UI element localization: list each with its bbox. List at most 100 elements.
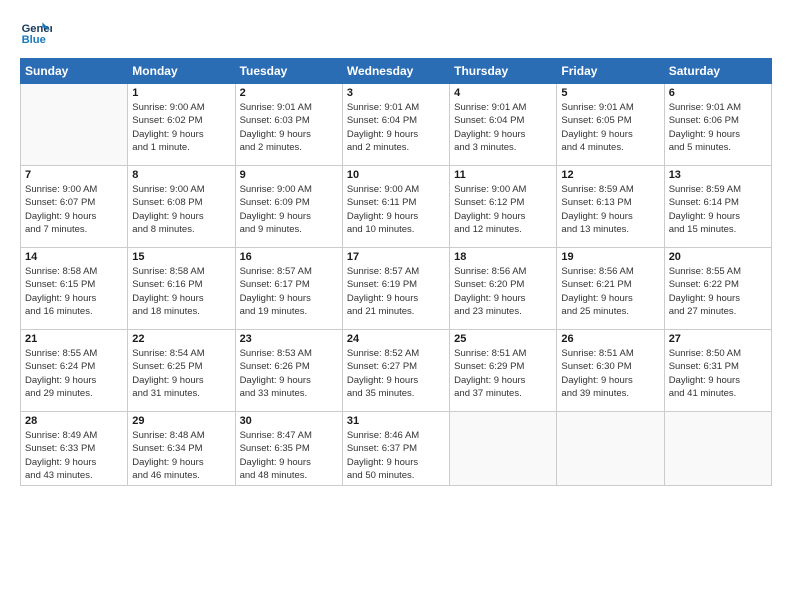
week-row-3: 21Sunrise: 8:55 AM Sunset: 6:24 PM Dayli… xyxy=(21,330,772,412)
day-info: Sunrise: 8:59 AM Sunset: 6:13 PM Dayligh… xyxy=(561,183,659,236)
calendar-cell: 31 Sunrise: 8:46 AM Sunset: 6:37 PM Dayli… xyxy=(342,412,449,486)
day-info: Sunrise: 9:01 AM Sunset: 6:06 PM Dayligh… xyxy=(669,101,767,154)
calendar-cell: 9 Sunrise: 9:00 AM Sunset: 6:09 PM Daylig… xyxy=(235,166,342,248)
weekday-monday: Monday xyxy=(128,59,235,84)
weekday-header-row: SundayMondayTuesdayWednesdayThursdayFrid… xyxy=(21,59,772,84)
day-info: Sunrise: 8:54 AM Sunset: 6:25 PM Dayligh… xyxy=(132,347,230,400)
day-number: 23 xyxy=(240,333,338,345)
day-info: Sunrise: 8:48 AM Sunset: 6:34 PM Dayligh… xyxy=(132,429,230,482)
day-number: 13 xyxy=(669,169,767,181)
calendar-cell: 25 Sunrise: 8:51 AM Sunset: 6:29 PM Dayli… xyxy=(450,330,557,412)
day-info: Sunrise: 8:49 AM Sunset: 6:33 PM Dayligh… xyxy=(25,429,123,482)
day-info: Sunrise: 8:51 AM Sunset: 6:30 PM Dayligh… xyxy=(561,347,659,400)
day-info: Sunrise: 9:00 AM Sunset: 6:09 PM Dayligh… xyxy=(240,183,338,236)
day-number: 31 xyxy=(347,415,445,427)
day-info: Sunrise: 8:50 AM Sunset: 6:31 PM Dayligh… xyxy=(669,347,767,400)
calendar-cell: 26Sunrise: 8:51 AM Sunset: 6:30 PM Dayli… xyxy=(557,330,664,412)
calendar-cell: 16 Sunrise: 8:57 AM Sunset: 6:17 PM Dayli… xyxy=(235,248,342,330)
calendar-cell: 7 Sunrise: 9:00 AM Sunset: 6:07 PM Daylig… xyxy=(21,166,128,248)
day-number: 22 xyxy=(132,333,230,345)
day-number: 28 xyxy=(25,415,123,427)
calendar-cell: 17 Sunrise: 8:57 AM Sunset: 6:19 PM Dayli… xyxy=(342,248,449,330)
day-info: Sunrise: 8:58 AM Sunset: 6:16 PM Dayligh… xyxy=(132,265,230,318)
day-info: Sunrise: 8:57 AM Sunset: 6:17 PM Dayligh… xyxy=(240,265,338,318)
calendar-cell: 19 Sunrise: 8:56 AM Sunset: 6:21 PM Dayli… xyxy=(557,248,664,330)
day-number: 27 xyxy=(669,333,767,345)
day-number: 16 xyxy=(240,251,338,263)
day-number: 29 xyxy=(132,415,230,427)
day-number: 11 xyxy=(454,169,552,181)
calendar-cell: 1 Sunrise: 9:00 AM Sunset: 6:02 PM Daylig… xyxy=(128,84,235,166)
day-number: 9 xyxy=(240,169,338,181)
week-row-4: 28 Sunrise: 8:49 AM Sunset: 6:33 PM Dayli… xyxy=(21,412,772,486)
day-info: Sunrise: 9:01 AM Sunset: 6:04 PM Dayligh… xyxy=(347,101,445,154)
weekday-friday: Friday xyxy=(557,59,664,84)
day-info: Sunrise: 9:01 AM Sunset: 6:05 PM Dayligh… xyxy=(561,101,659,154)
day-number: 25 xyxy=(454,333,552,345)
calendar-cell: 22 Sunrise: 8:54 AM Sunset: 6:25 PM Dayli… xyxy=(128,330,235,412)
day-number: 15 xyxy=(132,251,230,263)
day-number: 5 xyxy=(561,87,659,99)
day-number: 3 xyxy=(347,87,445,99)
calendar-cell: 24Sunrise: 8:52 AM Sunset: 6:27 PM Dayli… xyxy=(342,330,449,412)
day-info: Sunrise: 8:47 AM Sunset: 6:35 PM Dayligh… xyxy=(240,429,338,482)
day-info: Sunrise: 8:56 AM Sunset: 6:20 PM Dayligh… xyxy=(454,265,552,318)
day-info: Sunrise: 9:00 AM Sunset: 6:07 PM Dayligh… xyxy=(25,183,123,236)
calendar-cell: 6 Sunrise: 9:01 AM Sunset: 6:06 PM Daylig… xyxy=(664,84,771,166)
day-number: 7 xyxy=(25,169,123,181)
logo-icon: General Blue xyxy=(20,16,52,48)
day-number: 10 xyxy=(347,169,445,181)
week-row-2: 14Sunrise: 8:58 AM Sunset: 6:15 PM Dayli… xyxy=(21,248,772,330)
calendar-cell: 13 Sunrise: 8:59 AM Sunset: 6:14 PM Dayli… xyxy=(664,166,771,248)
day-info: Sunrise: 8:57 AM Sunset: 6:19 PM Dayligh… xyxy=(347,265,445,318)
calendar-cell: 4 Sunrise: 9:01 AM Sunset: 6:04 PM Daylig… xyxy=(450,84,557,166)
day-number: 30 xyxy=(240,415,338,427)
day-number: 17 xyxy=(347,251,445,263)
calendar-cell xyxy=(664,412,771,486)
day-info: Sunrise: 8:56 AM Sunset: 6:21 PM Dayligh… xyxy=(561,265,659,318)
day-number: 19 xyxy=(561,251,659,263)
day-number: 1 xyxy=(132,87,230,99)
calendar-cell xyxy=(21,84,128,166)
day-info: Sunrise: 9:00 AM Sunset: 6:11 PM Dayligh… xyxy=(347,183,445,236)
calendar-cell: 5 Sunrise: 9:01 AM Sunset: 6:05 PM Daylig… xyxy=(557,84,664,166)
calendar-cell xyxy=(557,412,664,486)
week-row-0: 1 Sunrise: 9:00 AM Sunset: 6:02 PM Daylig… xyxy=(21,84,772,166)
day-number: 4 xyxy=(454,87,552,99)
header: General Blue xyxy=(20,16,772,48)
page: General Blue SundayMondayTuesdayWednesda… xyxy=(0,0,792,612)
day-info: Sunrise: 8:55 AM Sunset: 6:24 PM Dayligh… xyxy=(25,347,123,400)
calendar-cell: 27 Sunrise: 8:50 AM Sunset: 6:31 PM Dayli… xyxy=(664,330,771,412)
day-info: Sunrise: 8:46 AM Sunset: 6:37 PM Dayligh… xyxy=(347,429,445,482)
calendar-cell: 21Sunrise: 8:55 AM Sunset: 6:24 PM Dayli… xyxy=(21,330,128,412)
calendar-cell xyxy=(450,412,557,486)
calendar-cell: 2Sunrise: 9:01 AM Sunset: 6:03 PM Daylig… xyxy=(235,84,342,166)
calendar-cell: 23 Sunrise: 8:53 AM Sunset: 6:26 PM Dayli… xyxy=(235,330,342,412)
calendar-cell: 12Sunrise: 8:59 AM Sunset: 6:13 PM Dayli… xyxy=(557,166,664,248)
day-info: Sunrise: 8:51 AM Sunset: 6:29 PM Dayligh… xyxy=(454,347,552,400)
calendar-cell: 18 Sunrise: 8:56 AM Sunset: 6:20 PM Dayli… xyxy=(450,248,557,330)
calendar-cell: 11Sunrise: 9:00 AM Sunset: 6:12 PM Dayli… xyxy=(450,166,557,248)
calendar-cell: 30 Sunrise: 8:47 AM Sunset: 6:35 PM Dayli… xyxy=(235,412,342,486)
day-info: Sunrise: 9:01 AM Sunset: 6:03 PM Dayligh… xyxy=(240,101,338,154)
svg-text:Blue: Blue xyxy=(22,34,46,46)
calendar-body: 1 Sunrise: 9:00 AM Sunset: 6:02 PM Daylig… xyxy=(21,84,772,486)
calendar-table: SundayMondayTuesdayWednesdayThursdayFrid… xyxy=(20,58,772,486)
week-row-1: 7 Sunrise: 9:00 AM Sunset: 6:07 PM Daylig… xyxy=(21,166,772,248)
day-info: Sunrise: 9:00 AM Sunset: 6:02 PM Dayligh… xyxy=(132,101,230,154)
weekday-tuesday: Tuesday xyxy=(235,59,342,84)
day-info: Sunrise: 8:59 AM Sunset: 6:14 PM Dayligh… xyxy=(669,183,767,236)
day-number: 18 xyxy=(454,251,552,263)
day-info: Sunrise: 9:01 AM Sunset: 6:04 PM Dayligh… xyxy=(454,101,552,154)
calendar-cell: 28 Sunrise: 8:49 AM Sunset: 6:33 PM Dayli… xyxy=(21,412,128,486)
calendar-cell: 15 Sunrise: 8:58 AM Sunset: 6:16 PM Dayli… xyxy=(128,248,235,330)
calendar-cell: 3 Sunrise: 9:01 AM Sunset: 6:04 PM Daylig… xyxy=(342,84,449,166)
calendar-cell: 20Sunrise: 8:55 AM Sunset: 6:22 PM Dayli… xyxy=(664,248,771,330)
day-number: 6 xyxy=(669,87,767,99)
day-info: Sunrise: 8:58 AM Sunset: 6:15 PM Dayligh… xyxy=(25,265,123,318)
weekday-sunday: Sunday xyxy=(21,59,128,84)
day-info: Sunrise: 9:00 AM Sunset: 6:08 PM Dayligh… xyxy=(132,183,230,236)
day-info: Sunrise: 8:53 AM Sunset: 6:26 PM Dayligh… xyxy=(240,347,338,400)
logo: General Blue xyxy=(20,16,52,48)
calendar-cell: 29 Sunrise: 8:48 AM Sunset: 6:34 PM Dayli… xyxy=(128,412,235,486)
